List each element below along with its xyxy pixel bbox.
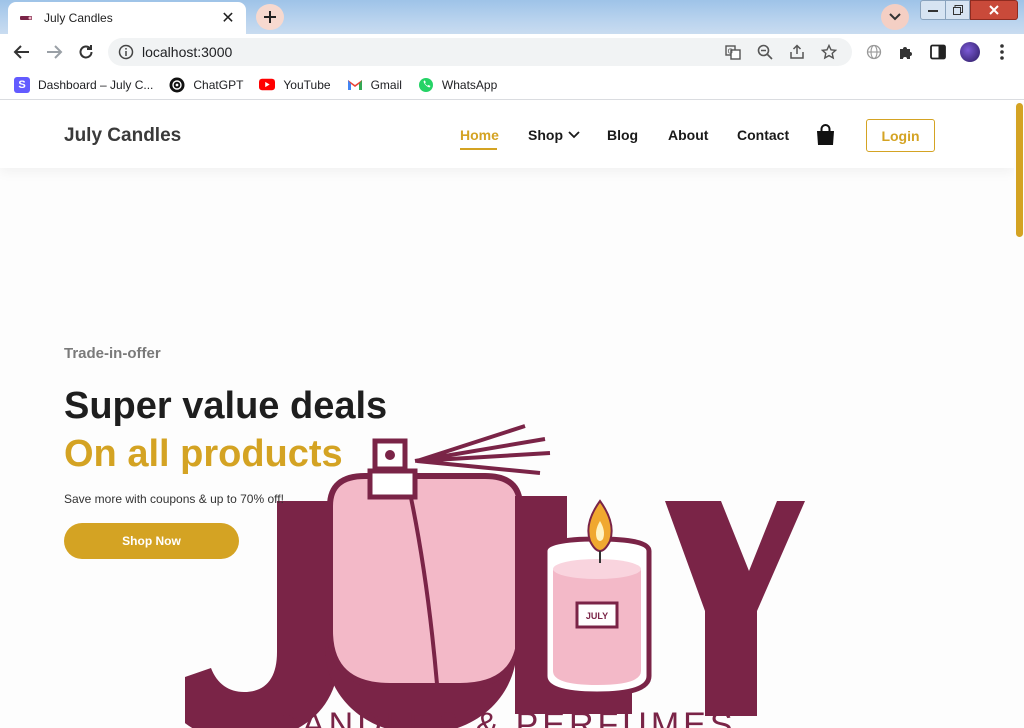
hero-headline-accent: On all products [64,433,343,475]
logo-subtitle: CANDLES & PERFUMES [273,706,736,728]
nav-about[interactable]: About [668,127,708,143]
bookmarks-bar: S Dashboard – July C... ChatGPT YouTube … [0,70,1024,100]
login-button[interactable]: Login [866,119,935,152]
youtube-icon [259,77,276,93]
share-icon[interactable] [788,43,806,61]
reload-button[interactable] [74,40,98,64]
bookmark-label: WhatsApp [441,77,498,92]
minimize-icon [928,10,938,12]
site-info-icon[interactable] [118,44,134,60]
nav-home[interactable]: Home [460,127,499,150]
arrow-left-icon [13,45,29,59]
browser-tab[interactable]: July Candles ✕ [8,2,246,34]
stripe-s-icon: S [14,76,30,93]
address-bar[interactable]: localhost:3000 G [108,38,852,66]
tab-title: July Candles [44,11,113,25]
browser-toolbar: localhost:3000 G [0,34,1024,70]
side-panel-icon[interactable] [928,42,948,62]
bookmark-dashboard[interactable]: S Dashboard – July C... [14,76,154,93]
arrow-right-icon [47,45,63,59]
new-tab-button[interactable] [256,4,284,30]
shopping-bag-icon[interactable] [816,124,835,146]
bookmark-whatsapp[interactable]: WhatsApp [418,77,497,93]
nav-blog[interactable]: Blog [607,127,638,143]
chatgpt-icon [169,77,185,93]
profile-avatar[interactable] [960,42,980,62]
hero-eyebrow: Trade-in-offer [64,345,161,362]
bookmark-chatgpt[interactable]: ChatGPT [169,77,243,93]
scrollbar-thumb[interactable] [1016,103,1023,237]
gmail-icon [347,77,363,93]
chevron-down-icon [568,131,580,139]
translate-icon[interactable]: G [724,43,742,61]
bookmark-youtube[interactable]: YouTube [259,77,331,93]
hero-subtext: Save more with coupons & up to 70% off! [64,492,284,506]
bookmark-gmail[interactable]: Gmail [347,77,402,93]
reload-icon [79,45,93,59]
forward-button[interactable] [42,40,66,64]
bookmark-label: Gmail [370,77,402,92]
plus-icon [264,11,276,23]
kebab-menu-icon[interactable] [992,42,1012,62]
window-restore-button[interactable] [946,0,970,20]
whatsapp-icon [418,77,434,93]
window-close-button[interactable] [970,0,1018,20]
candle-label-text: JULY [586,611,608,621]
shop-now-button[interactable]: Shop Now [64,523,239,559]
bookmark-label: Dashboard – July C... [38,77,154,92]
globe-extension-icon[interactable] [864,42,884,62]
extensions-puzzle-icon[interactable] [896,42,916,62]
address-url[interactable]: localhost:3000 [142,44,724,60]
page-scrollbar[interactable] [1014,101,1024,728]
restore-icon [952,5,963,15]
site-brand[interactable]: July Candles [64,125,181,147]
bookmark-star-icon[interactable] [820,43,838,61]
bookmark-label: YouTube [283,77,331,92]
site-header: July Candles Home Shop Blog About Contac… [0,101,1014,168]
close-icon [989,5,999,15]
page-viewport: JULY CANDLES & PERFUMES July Candles Hom… [0,101,1024,728]
site-favicon-icon [18,10,34,26]
nav-shop-label: Shop [528,127,563,143]
nav-shop[interactable]: Shop [528,127,580,143]
zoom-icon[interactable] [756,43,774,61]
hero-headline: Super value deals [64,385,388,427]
svg-text:G: G [728,48,733,56]
chevron-down-icon [889,13,901,21]
browser-tab-strip: July Candles ✕ [0,0,1024,34]
tab-close-icon[interactable]: ✕ [220,8,236,28]
window-minimize-button[interactable] [920,0,946,20]
back-button[interactable] [10,40,34,64]
nav-contact[interactable]: Contact [737,127,789,143]
bookmark-label: ChatGPT [193,77,244,92]
tab-search-button[interactable] [881,4,909,30]
